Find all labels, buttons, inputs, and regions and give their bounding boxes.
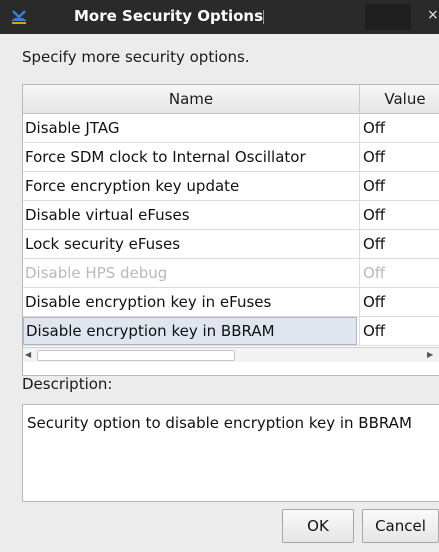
scroll-left-arrow-icon[interactable]: ◀ (25, 350, 31, 359)
table-row[interactable]: Force SDM clock to Internal Oscillator Of… (23, 143, 439, 172)
option-name-cell: Disable encryption key in eFuses (25, 293, 272, 311)
table-row[interactable]: Disable JTAG Off (23, 114, 439, 143)
option-name-cell: Disable HPS debug (25, 264, 168, 282)
option-value-cell[interactable]: Off (363, 201, 439, 229)
option-value-cell: Off (363, 264, 386, 282)
option-value-cell[interactable]: Off (363, 114, 439, 142)
description-text: Security option to disable encryption ke… (22, 404, 439, 502)
close-icon[interactable]: × (427, 8, 439, 22)
table-row: Disable HPS debug Off (23, 259, 439, 288)
option-value-cell[interactable]: Off (363, 143, 439, 171)
option-value-cell[interactable]: Off (363, 172, 439, 200)
option-name-cell: Force SDM clock to Internal Oscillator (25, 148, 306, 166)
option-value-cell[interactable]: Off (363, 288, 439, 316)
window-title: More Security Options (74, 7, 263, 25)
app-logo-icon (11, 10, 27, 24)
security-options-table: Name Value Disable JTAG Off Force SDM cloc… (22, 84, 439, 376)
table-row[interactable]: Force encryption key update Off (23, 172, 439, 201)
table-row[interactable]: Disable encryption key in eFuses Off (23, 288, 439, 317)
scroll-right-arrow-icon[interactable]: ▶ (427, 350, 433, 359)
title-bar[interactable]: More Security Options × (0, 0, 439, 34)
option-name-cell: Disable virtual eFuses (25, 206, 190, 224)
column-header-value[interactable]: Value (360, 85, 439, 113)
dialog-window: More Security Options × Specify more sec… (0, 0, 439, 552)
dialog-prompt: Specify more security options. (22, 48, 250, 66)
option-name-cell: Force encryption key update (25, 177, 240, 195)
option-name-cell: Disable JTAG (25, 119, 120, 137)
table-row[interactable]: Lock security eFuses Off (23, 230, 439, 259)
ok-button[interactable]: OK (282, 509, 354, 543)
option-name-cell: Disable encryption key in BBRAM (23, 317, 357, 345)
column-header-name[interactable]: Name (23, 85, 360, 113)
description-label: Description: (22, 375, 113, 393)
column-separator (359, 113, 360, 345)
option-name-cell: Lock security eFuses (25, 235, 181, 253)
option-value-cell[interactable]: Off (363, 230, 439, 258)
table-row[interactable]: Disable virtual eFuses Off (23, 201, 439, 230)
table-header: Name Value (23, 85, 439, 114)
horizontal-scrollbar[interactable]: ◀ ▶ (23, 347, 439, 362)
title-separator (263, 10, 264, 24)
scrollbar-thumb[interactable] (37, 350, 235, 361)
table-row[interactable]: Disable encryption key in BBRAM Off (23, 317, 439, 346)
titlebar-spacer (365, 4, 411, 30)
cancel-button[interactable]: Cancel (362, 509, 439, 543)
option-value-cell[interactable]: Off (363, 317, 439, 345)
